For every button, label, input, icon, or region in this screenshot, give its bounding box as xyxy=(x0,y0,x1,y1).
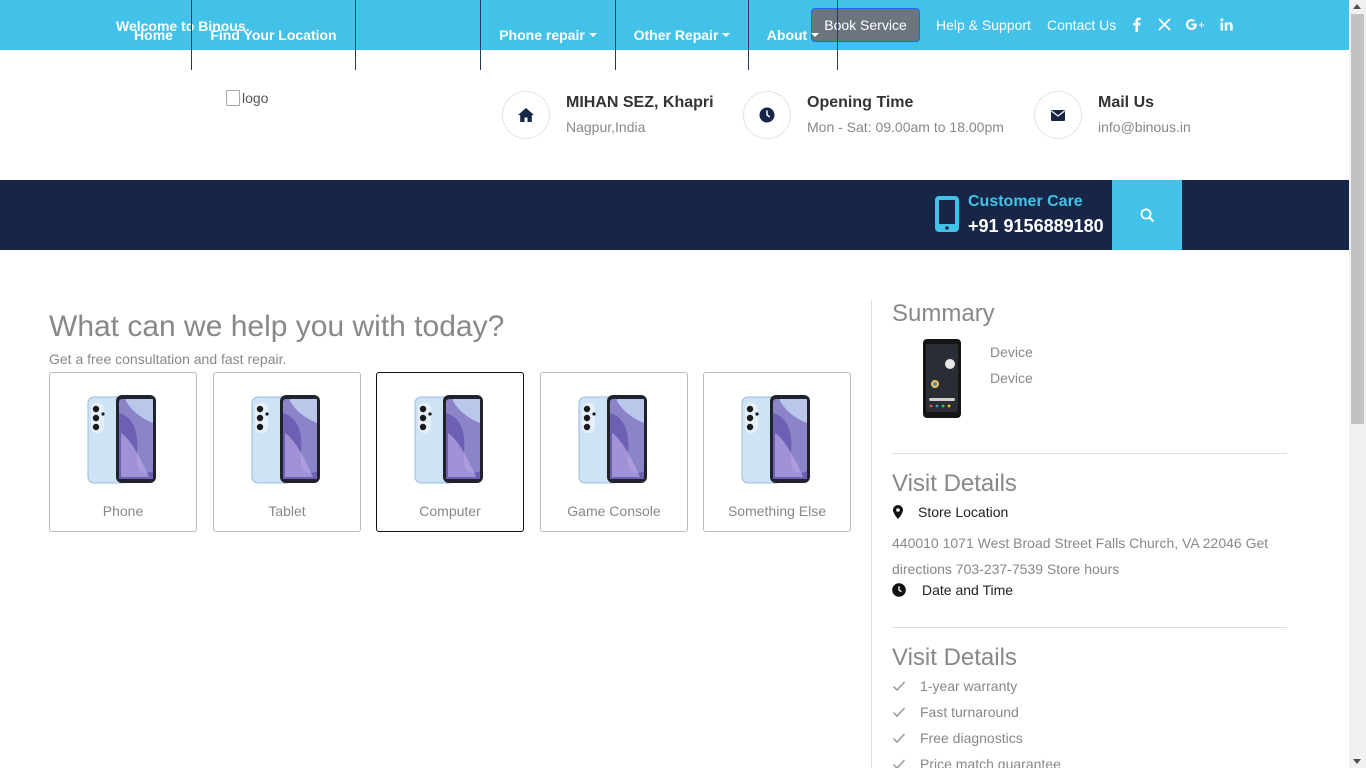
nav-phone-repair-label: Phone repair xyxy=(499,27,585,43)
store-address: 440010 1071 West Broad Street Falls Chur… xyxy=(892,535,1269,577)
check-icon xyxy=(892,733,906,744)
feature-item: Price match guarantee xyxy=(920,756,1061,768)
device-card-computer[interactable]: Computer xyxy=(376,372,524,532)
device-image xyxy=(741,395,810,484)
address-sub: Nagpur,India xyxy=(566,119,646,135)
customer-care-phone[interactable]: +91 9156889180 xyxy=(968,216,1104,237)
contact-us-link[interactable]: Contact Us xyxy=(1047,17,1116,33)
help-support-link[interactable]: Help & Support xyxy=(936,17,1031,33)
check-icon xyxy=(892,681,906,692)
device-card-something-else[interactable]: Something Else xyxy=(703,372,851,532)
broken-image-icon xyxy=(226,90,240,106)
customer-care-label: Customer Care xyxy=(968,193,1083,210)
device-phone-image xyxy=(923,339,961,418)
facebook-icon[interactable] xyxy=(1127,14,1145,34)
check-icon xyxy=(892,759,906,768)
device-card-label: Tablet xyxy=(268,503,306,519)
device-image xyxy=(87,395,156,484)
scroll-up-arrow-icon[interactable] xyxy=(1353,4,1361,9)
caret-down-icon xyxy=(722,33,731,37)
date-time-label: Date and Time xyxy=(922,582,1014,598)
opening-title: Opening Time xyxy=(807,94,914,111)
logo-alt-text: logo xyxy=(242,90,269,106)
nav-about[interactable]: About xyxy=(749,0,838,70)
section-divider xyxy=(892,627,1287,628)
nav-home-label: Home xyxy=(134,27,173,43)
store-location-label: Store Location xyxy=(918,504,1009,520)
linkedin-icon[interactable] xyxy=(1217,14,1235,34)
nav-find-location-label: Find Your Location xyxy=(210,27,337,43)
device-card-tablet[interactable]: Tablet xyxy=(213,372,361,532)
device-image xyxy=(251,395,320,484)
device-image xyxy=(414,395,483,484)
device-card-phone[interactable]: Phone xyxy=(49,372,197,532)
feature-item: 1-year warranty xyxy=(920,678,1018,694)
nav-about-label: About xyxy=(766,27,808,43)
check-icon xyxy=(892,707,906,718)
device-card-label: Something Else xyxy=(727,503,827,519)
summary-device-line-1: Device xyxy=(990,344,1033,360)
clock-icon xyxy=(892,583,906,597)
clock-icon xyxy=(743,91,791,139)
device-card-label: Computer xyxy=(419,503,481,519)
scroll-down-arrow-icon[interactable] xyxy=(1353,759,1361,764)
nav-find-location[interactable]: Find Your Location xyxy=(192,0,356,70)
vertical-divider xyxy=(871,300,872,768)
summary-device-line-2: Device xyxy=(990,370,1033,386)
x-icon[interactable] xyxy=(1155,14,1173,34)
device-card-label: Game Console xyxy=(567,503,661,519)
google-plus-icon[interactable] xyxy=(1184,14,1206,34)
visit-details-title-2: Visit Details xyxy=(892,644,1017,671)
address-title: MIHAN SEZ, Khapri xyxy=(566,94,714,111)
opening-sub: Mon - Sat: 09.00am to 18.00pm xyxy=(807,119,1004,135)
scrollbar-thumb[interactable] xyxy=(1351,14,1364,424)
nav-other-repair-label: Other Repair xyxy=(633,27,719,43)
visit-details-title-1: Visit Details xyxy=(892,470,1017,497)
device-image xyxy=(578,395,647,484)
summary-title: Summary xyxy=(892,300,995,327)
nav-other-repair[interactable]: Other Repair xyxy=(616,0,749,70)
site-logo[interactable]: logo xyxy=(226,90,268,106)
feature-item: Free diagnostics xyxy=(920,730,1023,746)
home-icon xyxy=(502,91,550,139)
section-divider xyxy=(892,453,1287,454)
mail-sub[interactable]: info@binous.in xyxy=(1098,119,1191,135)
caret-down-icon xyxy=(811,33,820,37)
page-subtitle: Get a free consultation and fast repair. xyxy=(49,351,287,367)
caret-down-icon xyxy=(588,33,597,37)
search-button[interactable] xyxy=(1112,180,1182,250)
device-card-label: Phone xyxy=(102,503,144,519)
mobile-phone-icon xyxy=(935,196,959,232)
page-title: What can we help you with today? xyxy=(49,310,505,343)
feature-item: Fast turnaround xyxy=(920,704,1019,720)
map-pin-icon xyxy=(893,505,903,519)
nav-book-service-label: Book Service xyxy=(373,27,463,43)
envelope-icon xyxy=(1034,91,1082,139)
device-card-game-console[interactable]: Game Console xyxy=(540,372,688,532)
nav-book-service[interactable]: Book Service xyxy=(356,0,481,70)
mail-title: Mail Us xyxy=(1098,94,1155,111)
nav-phone-repair[interactable]: Phone repair xyxy=(481,0,616,70)
search-icon xyxy=(1140,208,1154,222)
nav-home[interactable]: Home xyxy=(116,0,192,70)
